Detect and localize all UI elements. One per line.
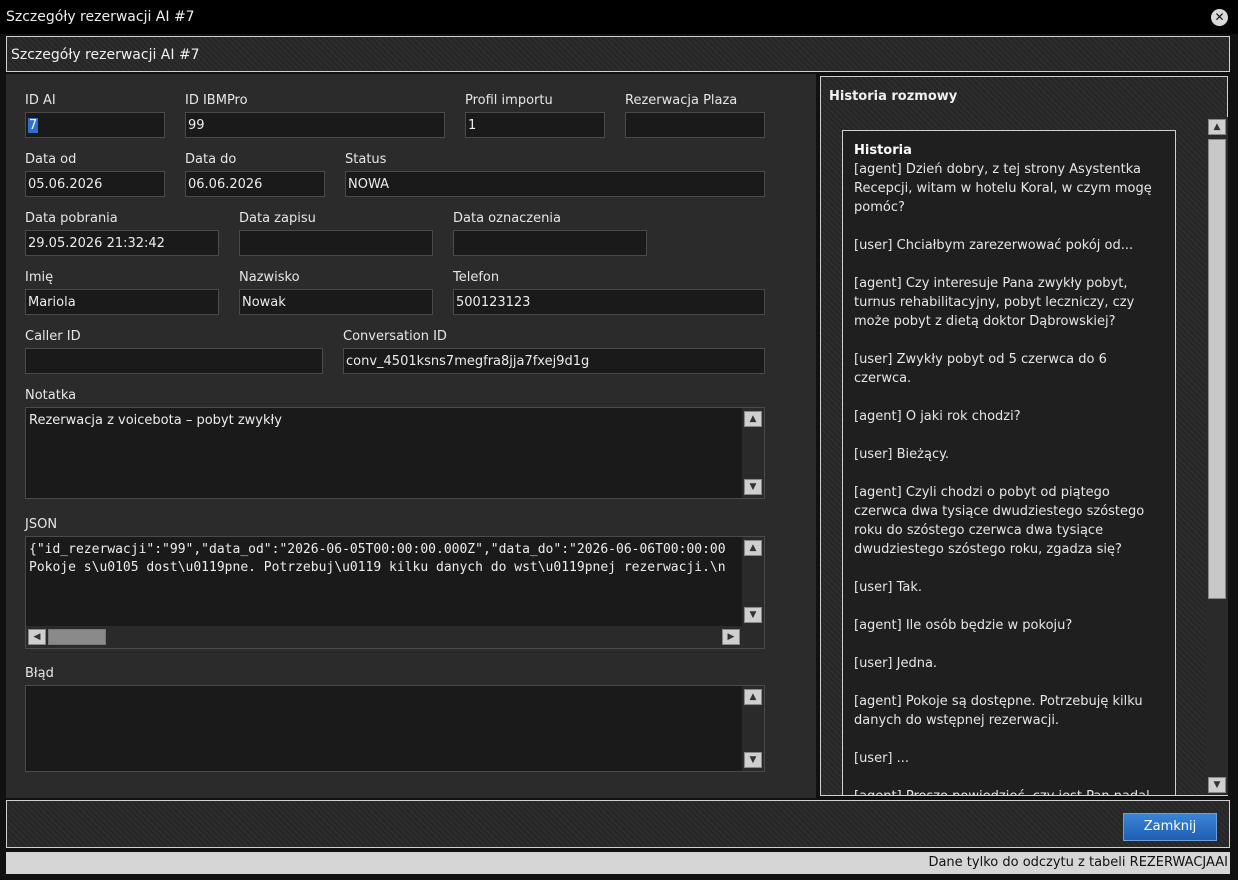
notatka-value: Rezerwacja z voicebota – pobyt zwykły [29, 413, 282, 428]
footer-bar: Zamknij [6, 800, 1230, 848]
caller-id-label: Caller ID [25, 329, 81, 344]
data-oznaczenia-label: Data oznaczenia [453, 211, 561, 226]
caller-id-field[interactable] [25, 348, 323, 374]
scroll-up-icon[interactable]: ▲ [744, 540, 762, 556]
data-od-field[interactable]: 05.06.2026 [25, 171, 165, 197]
nazwisko-label: Nazwisko [239, 270, 300, 285]
history-message: [agent] Czyli chodzi o pobyt od piątego … [854, 485, 1145, 557]
scroll-right-icon[interactable]: ▶ [722, 629, 740, 645]
json-hscrollbar[interactable]: ◀ ▶ [26, 626, 764, 648]
json-label: JSON [25, 517, 58, 532]
json-line-2: Pokoje s\u0105 dost\u0119pne. Potrzebuj\… [29, 560, 726, 575]
conversation-id-label: Conversation ID [343, 329, 447, 344]
page-title: Szczegóły rezerwacji AI #7 [11, 47, 200, 63]
history-message: [user] Bieżący. [854, 447, 950, 462]
status-bar: Dane tylko do odczytu z tabeli REZERWACJ… [6, 852, 1230, 874]
blad-scrollbar[interactable]: ▲ ▼ [742, 686, 764, 771]
notatka-textarea[interactable]: Rezerwacja z voicebota – pobyt zwykły ▲ … [25, 407, 765, 499]
id-ibmpro-field[interactable]: 99 [185, 112, 445, 138]
data-zapisu-label: Data zapisu [239, 211, 316, 226]
scroll-up-icon[interactable]: ▲ [1208, 119, 1226, 135]
history-panel: Historia rozmowy Historia [agent] Dzień … [820, 76, 1228, 796]
telefon-label: Telefon [453, 270, 500, 285]
id-ibmpro-label: ID IBMPro [185, 93, 248, 108]
data-oznaczenia-field[interactable] [453, 230, 647, 256]
blad-label: Błąd [25, 666, 54, 681]
profil-importu-field[interactable]: 1 [465, 112, 605, 138]
json-hscroll-thumb[interactable] [48, 629, 106, 645]
history-message: [agent] Dzień dobry, z tej strony Asyste… [854, 162, 1152, 215]
scroll-down-icon[interactable]: ▼ [744, 752, 762, 768]
history-message: [agent] Proszę powiedzieć, czy jest Pan … [854, 787, 1164, 795]
history-message: [agent] Czy interesuje Pana zwykły pobyt… [854, 276, 1135, 329]
status-field[interactable]: NOWA [345, 171, 765, 197]
id-ai-field[interactable]: 7 [25, 112, 165, 138]
history-textbox[interactable]: Historia [agent] Dzień dobry, z tej stro… [842, 130, 1176, 796]
history-message: [agent] Pokoje są dostępne. Potrzebuję k… [854, 694, 1143, 728]
zamknij-button[interactable]: Zamknij [1123, 813, 1217, 841]
notatka-label: Notatka [25, 388, 77, 403]
data-do-field[interactable]: 06.06.2026 [185, 171, 325, 197]
history-content: Historia [agent] Dzień dobry, z tej stro… [854, 141, 1164, 795]
data-pobrania-field[interactable]: 29.05.2026 21:32:42 [25, 230, 219, 256]
json-textarea[interactable]: {"id_rezerwacji":"99","data_od":"2026-06… [25, 536, 765, 649]
rezerwacja-plaza-field[interactable] [625, 112, 765, 138]
scroll-down-icon[interactable]: ▼ [744, 479, 762, 495]
notatka-scrollbar[interactable]: ▲ ▼ [742, 408, 764, 498]
history-message: [agent] O jaki rok chodzi? [854, 409, 1021, 424]
history-message: [user] Zwykły pobyt od 5 czerwca do 6 cz… [854, 352, 1107, 386]
blad-textarea[interactable]: ▲ ▼ [25, 685, 765, 772]
id-ai-value: 7 [28, 118, 39, 133]
json-line-1: {"id_rezerwacji":"99","data_od":"2026-06… [29, 542, 726, 557]
telefon-field[interactable]: 500123123 [453, 289, 765, 315]
data-do-label: Data do [185, 152, 237, 167]
data-od-label: Data od [25, 152, 77, 167]
scroll-up-icon[interactable]: ▲ [744, 411, 762, 427]
history-title: Historia [854, 143, 912, 158]
history-scroll-thumb[interactable] [1208, 139, 1226, 599]
profil-importu-label: Profil importu [465, 93, 553, 108]
imie-label: Imię [25, 270, 54, 285]
page-header: Szczegóły rezerwacji AI #7 [6, 36, 1230, 72]
details-form: ID AI 7 ID IBMPro 99 Profil importu 1 Re… [6, 74, 816, 798]
nazwisko-field[interactable]: Nowak [239, 289, 433, 315]
scroll-left-icon[interactable]: ◀ [28, 629, 46, 645]
status-text: Dane tylko do odczytu z tabeli REZERWACJ… [928, 855, 1228, 870]
history-message: [user] Tak. [854, 580, 923, 595]
data-pobrania-label: Data pobrania [25, 211, 118, 226]
scroll-down-icon[interactable]: ▼ [1208, 777, 1226, 793]
status-label: Status [345, 152, 387, 167]
data-zapisu-field[interactable] [239, 230, 433, 256]
json-vscrollbar[interactable]: ▲ ▼ [742, 537, 764, 626]
window-title: Szczegóły rezerwacji AI #7 [6, 9, 195, 25]
history-message: [agent] Ile osób będzie w pokoju? [854, 618, 1073, 633]
imie-field[interactable]: Mariola [25, 289, 219, 315]
window-titlebar: Szczegóły rezerwacji AI #7 ✕ [0, 0, 1238, 34]
history-heading: Historia rozmowy [829, 89, 958, 104]
history-message: [user] Chciałbym zarezerwować pokój od..… [854, 238, 1134, 253]
conversation-id-field[interactable]: conv_4501ksns7megfra8jja7fxej9d1g [343, 348, 765, 374]
rezerwacja-plaza-label: Rezerwacja Plaza [625, 93, 738, 108]
history-message: [user] ... [854, 751, 910, 766]
id-ai-label: ID AI [25, 93, 56, 108]
close-icon[interactable]: ✕ [1211, 9, 1228, 26]
scroll-down-icon[interactable]: ▼ [744, 607, 762, 623]
history-message: [user] Jedna. [854, 656, 938, 671]
scroll-up-icon[interactable]: ▲ [744, 689, 762, 705]
history-scrollbar[interactable]: ▲ ▼ [1206, 117, 1228, 795]
